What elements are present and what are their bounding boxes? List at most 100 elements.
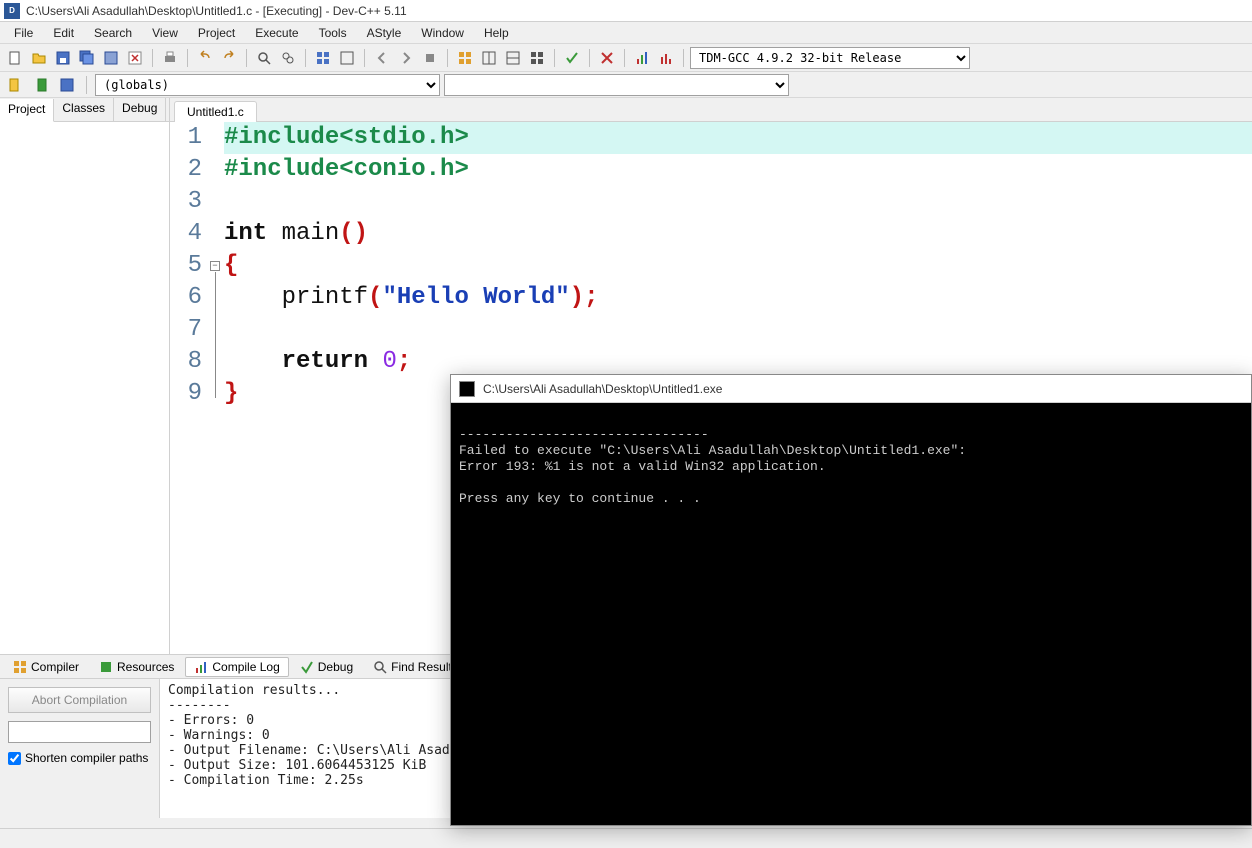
menu-file[interactable]: File: [4, 24, 43, 42]
app-icon: D: [4, 3, 20, 19]
sidebar-tab-classes[interactable]: Classes: [54, 98, 114, 121]
toolbar-scope: (globals): [0, 72, 1252, 98]
find-results-icon: [373, 660, 387, 674]
close-file-icon[interactable]: [124, 47, 146, 69]
line-number: 2: [170, 154, 202, 186]
code-line: int main(): [224, 218, 1252, 250]
grid3-icon[interactable]: [502, 47, 524, 69]
stop-icon[interactable]: [419, 47, 441, 69]
debug-chart-icon[interactable]: [655, 47, 677, 69]
grid1-icon[interactable]: [454, 47, 476, 69]
profile-icon[interactable]: [631, 47, 653, 69]
compile-icon[interactable]: [312, 47, 334, 69]
redo-icon[interactable]: [218, 47, 240, 69]
menu-window[interactable]: Window: [411, 24, 474, 42]
toolbar-separator: [246, 49, 247, 67]
bottom-tab-compile-log[interactable]: Compile Log: [185, 657, 288, 677]
compiler-icon: [13, 660, 27, 674]
toolbar-separator: [683, 49, 684, 67]
toolbar-main: TDM-GCC 4.9.2 32-bit Release: [0, 44, 1252, 72]
find-icon[interactable]: [253, 47, 275, 69]
code-line: [224, 314, 1252, 346]
sidebar-tab-debug[interactable]: Debug: [114, 98, 166, 121]
line-number-gutter: 1 2 3 4 5 6 7 8 9: [170, 122, 210, 654]
shorten-paths-checkbox[interactable]: Shorten compiler paths: [8, 751, 151, 765]
new-file-icon[interactable]: [4, 47, 26, 69]
grid2-icon[interactable]: [478, 47, 500, 69]
bottom-tab-compiler[interactable]: Compiler: [4, 657, 88, 677]
toolbar-separator: [152, 49, 153, 67]
fold-column: −: [210, 122, 224, 654]
console-titlebar[interactable]: C:\Users\Ali Asadullah\Desktop\Untitled1…: [451, 375, 1251, 403]
toolbar-separator: [447, 49, 448, 67]
print-icon[interactable]: [159, 47, 181, 69]
bookmark-prev-icon[interactable]: [4, 74, 26, 96]
console-output[interactable]: -------------------------------- Failed …: [451, 403, 1251, 825]
menu-astyle[interactable]: AStyle: [357, 24, 412, 42]
menu-project[interactable]: Project: [188, 24, 245, 42]
line-number: 1: [170, 122, 202, 154]
undo-icon[interactable]: [194, 47, 216, 69]
toolbar-separator: [187, 49, 188, 67]
line-number: 9: [170, 378, 202, 410]
code-line: [224, 186, 1252, 218]
toolbar-separator: [364, 49, 365, 67]
delete-icon[interactable]: [596, 47, 618, 69]
line-number: 3: [170, 186, 202, 218]
save-icon[interactable]: [52, 47, 74, 69]
check-icon[interactable]: [561, 47, 583, 69]
code-line: {: [224, 250, 1252, 282]
bottom-tab-resources[interactable]: Resources: [90, 657, 183, 677]
fold-toggle-icon[interactable]: −: [210, 261, 220, 271]
goto-next-icon[interactable]: [395, 47, 417, 69]
sidebar-tabs: Project Classes Debug: [0, 98, 169, 122]
status-bar: [0, 828, 1252, 848]
bottom-tab-debug[interactable]: Debug: [291, 657, 362, 677]
scope-select[interactable]: (globals): [95, 74, 440, 96]
menu-bar: File Edit Search View Project Execute To…: [0, 22, 1252, 44]
abort-compilation-button[interactable]: Abort Compilation: [8, 687, 151, 713]
compile-filter-input[interactable]: [8, 721, 151, 743]
bookmark-next-icon[interactable]: [30, 74, 52, 96]
window-title: C:\Users\Ali Asadullah\Desktop\Untitled1…: [26, 4, 407, 18]
line-number: 5: [170, 250, 202, 282]
sidebar-body: [0, 122, 169, 654]
toolbar-separator: [554, 49, 555, 67]
shorten-paths-checkbox-input[interactable]: [8, 752, 21, 765]
save-as-icon[interactable]: [100, 47, 122, 69]
line-number: 6: [170, 282, 202, 314]
file-tabs: Untitled1.c: [170, 98, 1252, 122]
toolbar-separator: [589, 49, 590, 67]
code-line: #include<stdio.h>: [224, 122, 1252, 154]
console-title-text: C:\Users\Ali Asadullah\Desktop\Untitled1…: [483, 382, 722, 396]
line-number: 8: [170, 346, 202, 378]
compile-controls: Abort Compilation Shorten compiler paths: [0, 679, 160, 818]
menu-view[interactable]: View: [142, 24, 188, 42]
toolbar-separator: [86, 76, 87, 94]
goto-line-icon[interactable]: [56, 74, 78, 96]
sidebar-tab-project[interactable]: Project: [0, 99, 54, 122]
menu-execute[interactable]: Execute: [245, 24, 308, 42]
grid4-icon[interactable]: [526, 47, 548, 69]
file-tab-active[interactable]: Untitled1.c: [174, 101, 257, 122]
menu-search[interactable]: Search: [84, 24, 142, 42]
compile-log-icon: [194, 660, 208, 674]
line-number: 4: [170, 218, 202, 250]
menu-edit[interactable]: Edit: [43, 24, 84, 42]
window-titlebar: D C:\Users\Ali Asadullah\Desktop\Untitle…: [0, 0, 1252, 22]
member-select[interactable]: [444, 74, 789, 96]
console-window[interactable]: C:\Users\Ali Asadullah\Desktop\Untitled1…: [450, 374, 1252, 826]
save-all-icon[interactable]: [76, 47, 98, 69]
compiler-select[interactable]: TDM-GCC 4.9.2 32-bit Release: [690, 47, 970, 69]
goto-prev-icon[interactable]: [371, 47, 393, 69]
run-icon[interactable]: [336, 47, 358, 69]
toolbar-separator: [624, 49, 625, 67]
fold-line: [215, 272, 216, 398]
toolbar-separator: [305, 49, 306, 67]
code-line: #include<conio.h>: [224, 154, 1252, 186]
menu-help[interactable]: Help: [474, 24, 519, 42]
menu-tools[interactable]: Tools: [309, 24, 357, 42]
replace-icon[interactable]: [277, 47, 299, 69]
resources-icon: [99, 660, 113, 674]
open-file-icon[interactable]: [28, 47, 50, 69]
